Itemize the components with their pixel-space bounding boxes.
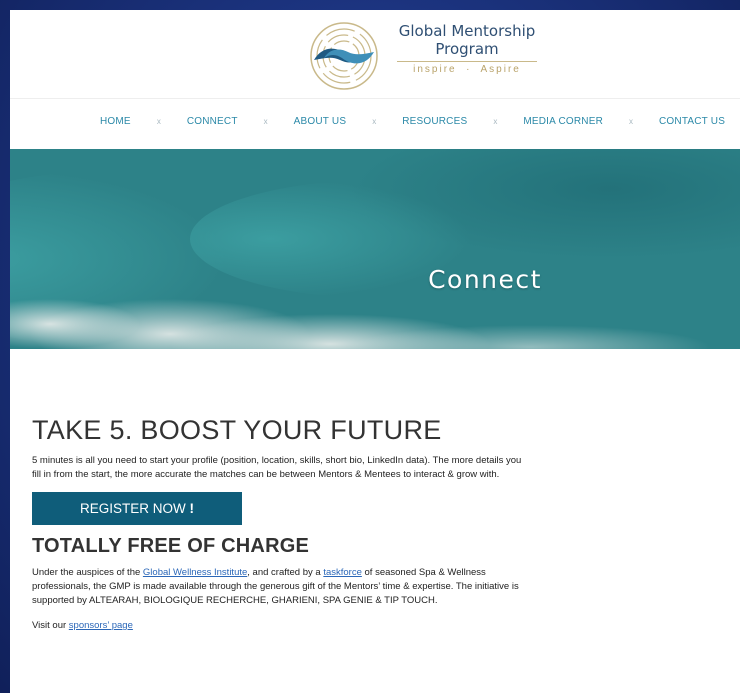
logo-tagline-dot: · <box>461 64 477 75</box>
nav-item-home[interactable]: HOME <box>100 116 131 127</box>
nav-item-about-us[interactable]: ABOUT US <box>294 116 347 127</box>
nav-separator: x <box>156 117 161 126</box>
nav-item-resources[interactable]: RESOURCES <box>402 116 467 127</box>
logo-wordmark: Global Mentorship Program inspire · Aspi… <box>392 22 542 76</box>
free-heading: TOTALLY FREE OF CHARGE <box>32 535 310 557</box>
hero-water-image <box>10 149 740 349</box>
main-content: TAKE 5. BOOST YOUR FUTURE 5 minutes is a… <box>32 414 522 633</box>
sponsors-prefix: Visit our <box>32 620 69 631</box>
logo-divider <box>397 61 537 62</box>
nav-separator: x <box>372 117 377 126</box>
logo-tagline-right: Aspire <box>480 64 521 75</box>
browser-page: Global Mentorship Program inspire · Aspi… <box>10 10 740 693</box>
nav-menu: HOME x CONNECT x ABOUT US x RESOURCES x … <box>100 116 725 127</box>
sponsors-text: Visit our sponsors’ page <box>32 619 522 633</box>
nav-separator: x <box>493 117 498 126</box>
nav-item-contact-us[interactable]: CONTACT US <box>659 116 725 127</box>
logo-tagline: inspire · Aspire <box>392 64 542 76</box>
register-label: REGISTER NOW <box>79 501 186 516</box>
site-logo[interactable]: Global Mentorship Program inspire · Aspi… <box>308 18 548 94</box>
hands-labyrinth-icon <box>310 22 378 90</box>
free-text-part1: Under the auspices of the <box>32 567 143 578</box>
nav-item-media-corner[interactable]: MEDIA CORNER <box>523 116 603 127</box>
nav-item-connect[interactable]: CONNECT <box>187 116 238 127</box>
nav-separator: x <box>629 117 633 126</box>
taskforce-link[interactable]: taskforce <box>323 567 362 578</box>
logo-title-line2: Program <box>435 40 499 58</box>
logo-title-line1: Global Mentorship <box>398 22 536 40</box>
logo-tagline-left: inspire <box>413 64 457 75</box>
main-navigation: HOME x CONNECT x ABOUT US x RESOURCES x … <box>10 99 740 149</box>
hero-banner: Connect <box>10 149 740 349</box>
free-text: Under the auspices of the Global Wellnes… <box>32 566 522 608</box>
intro-text: 5 minutes is all you need to start your … <box>32 455 522 480</box>
sponsors-page-link[interactable]: sponsors’ page <box>69 620 133 631</box>
intro-heading: TAKE 5. BOOST YOUR FUTURE <box>32 415 442 445</box>
nav-separator: x <box>263 117 268 126</box>
hero-title: Connect <box>428 265 542 294</box>
site-header: Global Mentorship Program inspire · Aspi… <box>10 10 740 99</box>
register-exclamation: ! <box>189 501 195 516</box>
free-text-part2: , and crafted by a <box>247 567 324 578</box>
global-wellness-institute-link[interactable]: Global Wellness Institute <box>143 567 247 578</box>
register-now-button[interactable]: REGISTER NOW ! <box>32 492 242 525</box>
